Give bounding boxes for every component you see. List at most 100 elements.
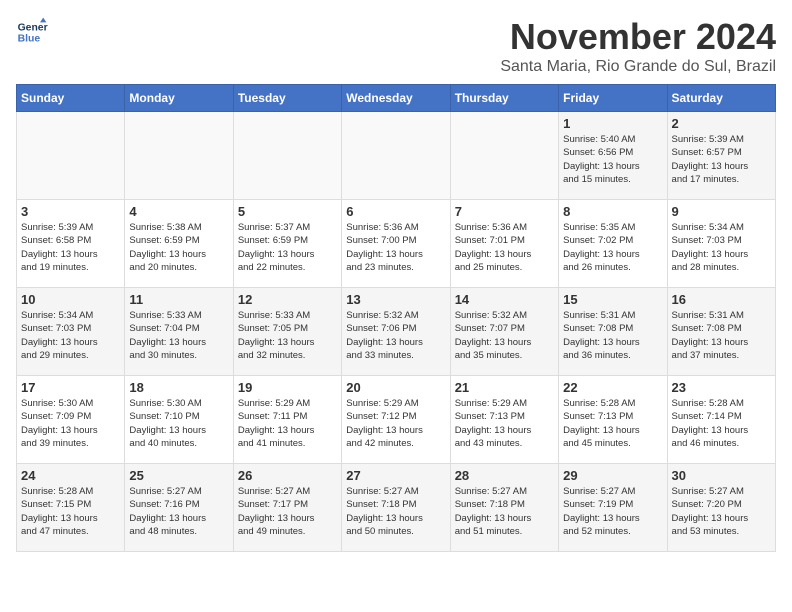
- weekday-header: Monday: [125, 85, 233, 112]
- weekday-header: Saturday: [667, 85, 775, 112]
- day-info-line: Daylight: 13 hours: [346, 513, 423, 524]
- day-number: 2: [672, 116, 771, 131]
- svg-text:Blue: Blue: [18, 34, 41, 45]
- calendar-cell: [125, 112, 233, 200]
- page-header: General Blue General Blue November 2024 …: [16, 16, 776, 76]
- calendar-cell: 3Sunrise: 5:39 AMSunset: 6:58 PMDaylight…: [17, 200, 125, 288]
- day-info-line: Sunrise: 5:28 AM: [563, 398, 635, 409]
- day-info-line: Sunset: 7:08 PM: [563, 323, 633, 334]
- day-number: 5: [238, 204, 337, 219]
- day-info-line: Daylight: 13 hours: [455, 337, 532, 348]
- day-info-line: Daylight: 13 hours: [672, 513, 749, 524]
- calendar-cell: 18Sunrise: 5:30 AMSunset: 7:10 PMDayligh…: [125, 376, 233, 464]
- day-info-line: Sunset: 6:58 PM: [21, 235, 91, 246]
- day-info-line: Sunset: 7:13 PM: [455, 411, 525, 422]
- calendar-cell: 26Sunrise: 5:27 AMSunset: 7:17 PMDayligh…: [233, 464, 341, 552]
- day-info-line: Sunset: 6:59 PM: [129, 235, 199, 246]
- day-info-line: Sunrise: 5:30 AM: [21, 398, 93, 409]
- day-info-line: Sunrise: 5:28 AM: [21, 486, 93, 497]
- day-info: Sunrise: 5:31 AMSunset: 7:08 PMDaylight:…: [672, 309, 771, 362]
- day-info-line: Sunrise: 5:36 AM: [455, 222, 527, 233]
- day-info: Sunrise: 5:36 AMSunset: 7:00 PMDaylight:…: [346, 221, 445, 274]
- day-number: 3: [21, 204, 120, 219]
- day-info-line: Sunset: 7:07 PM: [455, 323, 525, 334]
- day-info-line: Daylight: 13 hours: [563, 425, 640, 436]
- day-info-line: Sunset: 7:20 PM: [672, 499, 742, 510]
- day-number: 13: [346, 292, 445, 307]
- calendar-cell: 15Sunrise: 5:31 AMSunset: 7:08 PMDayligh…: [559, 288, 667, 376]
- calendar-cell: 23Sunrise: 5:28 AMSunset: 7:14 PMDayligh…: [667, 376, 775, 464]
- day-info-line: Sunrise: 5:39 AM: [672, 134, 744, 145]
- day-info-line: Sunrise: 5:29 AM: [346, 398, 418, 409]
- day-info-line: and 19 minutes.: [21, 262, 89, 273]
- day-info-line: Sunset: 6:57 PM: [672, 147, 742, 158]
- calendar-cell: 8Sunrise: 5:35 AMSunset: 7:02 PMDaylight…: [559, 200, 667, 288]
- day-info-line: Sunrise: 5:40 AM: [563, 134, 635, 145]
- day-number: 6: [346, 204, 445, 219]
- day-info-line: Sunset: 7:13 PM: [563, 411, 633, 422]
- day-info-line: Sunset: 7:17 PM: [238, 499, 308, 510]
- calendar-cell: 5Sunrise: 5:37 AMSunset: 6:59 PMDaylight…: [233, 200, 341, 288]
- day-info-line: Daylight: 13 hours: [238, 249, 315, 260]
- day-info: Sunrise: 5:29 AMSunset: 7:12 PMDaylight:…: [346, 397, 445, 450]
- day-info-line: Sunrise: 5:27 AM: [455, 486, 527, 497]
- calendar-cell: [233, 112, 341, 200]
- calendar-cell: [342, 112, 450, 200]
- day-info: Sunrise: 5:27 AMSunset: 7:16 PMDaylight:…: [129, 485, 228, 538]
- day-info-line: Daylight: 13 hours: [346, 337, 423, 348]
- day-info: Sunrise: 5:27 AMSunset: 7:19 PMDaylight:…: [563, 485, 662, 538]
- day-info-line: Sunset: 7:15 PM: [21, 499, 91, 510]
- calendar-cell: 14Sunrise: 5:32 AMSunset: 7:07 PMDayligh…: [450, 288, 558, 376]
- day-info-line: Daylight: 13 hours: [563, 513, 640, 524]
- day-info: Sunrise: 5:28 AMSunset: 7:15 PMDaylight:…: [21, 485, 120, 538]
- day-info-line: and 41 minutes.: [238, 438, 306, 449]
- day-info-line: Sunrise: 5:29 AM: [455, 398, 527, 409]
- day-number: 14: [455, 292, 554, 307]
- day-info-line: Daylight: 13 hours: [238, 513, 315, 524]
- day-info-line: and 52 minutes.: [563, 526, 631, 537]
- day-info-line: and 25 minutes.: [455, 262, 523, 273]
- day-info-line: and 50 minutes.: [346, 526, 414, 537]
- day-info: Sunrise: 5:27 AMSunset: 7:18 PMDaylight:…: [346, 485, 445, 538]
- calendar-cell: 7Sunrise: 5:36 AMSunset: 7:01 PMDaylight…: [450, 200, 558, 288]
- day-info-line: and 26 minutes.: [563, 262, 631, 273]
- day-info: Sunrise: 5:33 AMSunset: 7:04 PMDaylight:…: [129, 309, 228, 362]
- day-number: 17: [21, 380, 120, 395]
- day-number: 11: [129, 292, 228, 307]
- day-info-line: Daylight: 13 hours: [455, 249, 532, 260]
- day-info-line: Sunrise: 5:31 AM: [672, 310, 744, 321]
- day-info-line: Daylight: 13 hours: [346, 249, 423, 260]
- day-info: Sunrise: 5:27 AM Sunset: 7:17 PM Daylight:…: [238, 485, 337, 538]
- day-info-line: Sunrise: 5:34 AM: [672, 222, 744, 233]
- calendar-cell: 9Sunrise: 5:34 AMSunset: 7:03 PMDaylight…: [667, 200, 775, 288]
- day-info-line: Daylight: 13 hours: [21, 249, 98, 260]
- day-info-line: Daylight: 13 hours: [672, 161, 749, 172]
- day-info-line: and 37 minutes.: [672, 350, 740, 361]
- day-info: Sunrise: 5:35 AMSunset: 7:02 PMDaylight:…: [563, 221, 662, 274]
- logo: General Blue General Blue: [16, 16, 48, 48]
- day-info-line: and 22 minutes.: [238, 262, 306, 273]
- day-info-line: Daylight: 13 hours: [455, 513, 532, 524]
- day-info-line: Sunset: 7:11 PM: [238, 411, 308, 422]
- day-info-line: and 40 minutes.: [129, 438, 197, 449]
- day-info-line: Sunset: 7:16 PM: [129, 499, 199, 510]
- day-number: 28: [455, 468, 554, 483]
- day-info: Sunrise: 5:33 AMSunset: 7:05 PMDaylight:…: [238, 309, 337, 362]
- calendar-cell: 25Sunrise: 5:27 AMSunset: 7:16 PMDayligh…: [125, 464, 233, 552]
- day-info-line: Sunrise: 5:27 AM: [238, 486, 310, 497]
- day-info-line: Daylight: 13 hours: [672, 337, 749, 348]
- day-number: 1: [563, 116, 662, 131]
- day-info-line: Sunset: 7:01 PM: [455, 235, 525, 246]
- day-info-line: and 45 minutes.: [563, 438, 631, 449]
- calendar-cell: 17Sunrise: 5:30 AMSunset: 7:09 PMDayligh…: [17, 376, 125, 464]
- day-info-line: Daylight: 13 hours: [563, 337, 640, 348]
- day-info-line: Sunrise: 5:32 AM: [346, 310, 418, 321]
- calendar-cell: 12Sunrise: 5:33 AMSunset: 7:05 PMDayligh…: [233, 288, 341, 376]
- weekday-header: Thursday: [450, 85, 558, 112]
- calendar-cell: 4Sunrise: 5:38 AMSunset: 6:59 PMDaylight…: [125, 200, 233, 288]
- calendar-cell: [450, 112, 558, 200]
- day-info-line: Sunset: 7:03 PM: [672, 235, 742, 246]
- day-info-line: Sunset: 7:03 PM: [21, 323, 91, 334]
- day-number: 23: [672, 380, 771, 395]
- day-number: 27: [346, 468, 445, 483]
